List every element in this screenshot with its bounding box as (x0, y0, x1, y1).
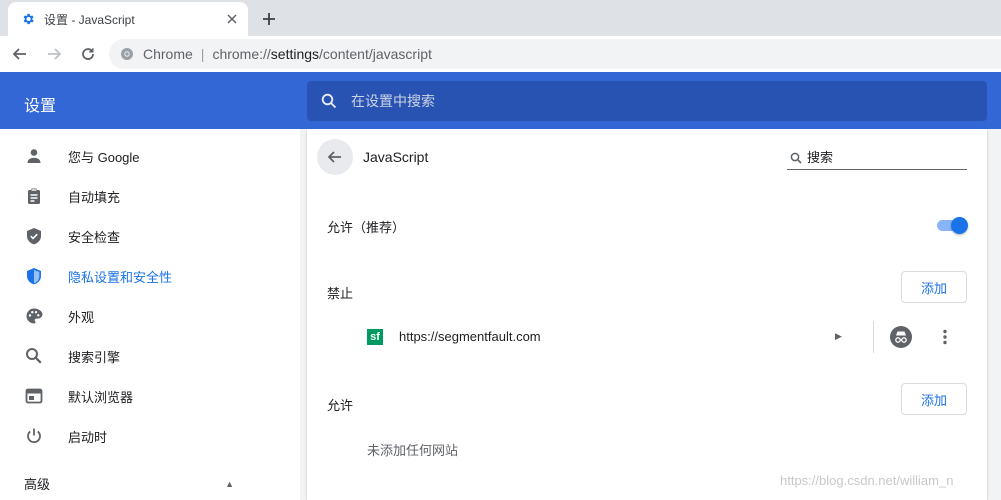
url-host: settings (270, 46, 320, 62)
toggle-knob (951, 217, 968, 234)
shield-privacy-icon (24, 266, 44, 286)
forward-arrow-icon[interactable] (40, 40, 68, 68)
sidebar-item-label: 启动时 (68, 429, 108, 445)
sidebar-item-label: 搜索引擎 (68, 349, 121, 365)
chrome-chip-label: Chrome (143, 46, 193, 62)
settings-search-bar[interactable] (307, 81, 987, 121)
blocked-site-row: sf https://segmentfault.com ▶ (307, 317, 987, 357)
clipboard-icon (24, 186, 44, 206)
caret-up-icon: ▲ (225, 478, 234, 489)
allow-javascript-toggle[interactable] (935, 217, 969, 234)
reload-icon[interactable] (74, 40, 102, 68)
shield-check-icon (24, 226, 44, 246)
sidebar-item-label: 自动填充 (68, 189, 121, 205)
sidebar-item-default-browser[interactable]: 默认浏览器 (0, 376, 300, 416)
sidebar-item-safety-check[interactable]: 安全检查 (0, 216, 300, 256)
incognito-icon[interactable] (890, 326, 912, 348)
sidebar-item-on-startup[interactable]: 启动时 (0, 416, 300, 456)
allow-section-label: 允许 (327, 398, 354, 413)
back-button[interactable] (317, 139, 353, 175)
sidebar-item-privacy-security[interactable]: 隐私设置和安全性 (0, 256, 300, 296)
address-bar[interactable]: Chrome | chrome://settings/content/javas… (109, 39, 1001, 69)
browser-tab[interactable]: 设置 - JavaScript (8, 2, 248, 36)
advanced-label: 高级 (24, 477, 51, 492)
sidebar-item-label: 安全检查 (68, 229, 121, 245)
search-icon (24, 346, 44, 366)
allow-empty-message: 未添加任何网站 (367, 443, 459, 458)
blocked-site-url: https://segmentfault.com (399, 329, 541, 344)
javascript-settings-card: JavaScript 允许（推荐） 禁止 添加 sf https://segme… (307, 129, 987, 500)
row-divider (873, 321, 874, 353)
sidebar-item-search-engine[interactable]: 搜索引擎 (0, 336, 300, 376)
settings-search-input[interactable] (351, 93, 951, 109)
allow-add-button[interactable]: 添加 (901, 383, 967, 415)
sidebar-item-label: 您与 Google (68, 149, 140, 165)
browser-toolbar: Chrome | chrome://settings/content/javas… (0, 36, 1001, 72)
url-path: /content/javascript (319, 46, 432, 62)
back-arrow-icon[interactable] (6, 40, 34, 68)
allow-recommended-label: 允许（推荐） (327, 220, 406, 235)
settings-gear-icon (20, 11, 36, 27)
page-title: JavaScript (363, 149, 429, 165)
person-icon (24, 146, 44, 166)
sidebar-item-label: 外观 (68, 309, 95, 325)
sidebar-advanced-toggle[interactable]: 高级 ▲ (24, 474, 234, 493)
sidebar-item-label: 隐私设置和安全性 (68, 269, 173, 285)
block-add-button[interactable]: 添加 (901, 271, 967, 303)
sidebar-item-you-and-google[interactable]: 您与 Google (0, 136, 300, 176)
address-separator: | (200, 46, 205, 62)
card-header: JavaScript (307, 129, 987, 185)
sidebar-item-autofill[interactable]: 自动填充 (0, 176, 300, 216)
new-tab-plus-icon[interactable] (258, 8, 280, 30)
expand-arrow-icon[interactable]: ▶ (835, 331, 842, 342)
sidebar-item-label: 默认浏览器 (68, 389, 134, 405)
search-icon (319, 91, 339, 111)
tab-strip: 设置 - JavaScript (0, 0, 1001, 36)
palette-icon (24, 306, 44, 326)
page-search[interactable] (787, 146, 967, 170)
sidebar: 您与 Google 自动填充 安全检查 隐私设置和安全性 外观 搜索引擎 默认浏… (0, 129, 300, 500)
tab-title: 设置 - JavaScript (44, 12, 135, 27)
chrome-logo-icon (119, 46, 135, 62)
browser-window-icon (24, 386, 44, 406)
url-text: chrome://settings/content/javascript (212, 46, 431, 62)
page-search-input[interactable] (807, 150, 957, 165)
power-icon (24, 426, 44, 446)
more-vert-icon[interactable] (937, 327, 953, 347)
watermark-text: https://blog.csdn.net/william_n (780, 473, 954, 488)
block-section-label: 禁止 (327, 286, 354, 301)
close-tab-icon[interactable] (224, 11, 240, 27)
settings-header: 设置 (0, 72, 1001, 129)
sidebar-item-appearance[interactable]: 外观 (0, 296, 300, 336)
segmentfault-logo-icon: sf (367, 329, 383, 345)
search-icon (789, 151, 803, 165)
settings-title: 设置 (24, 98, 57, 115)
url-scheme: chrome:// (212, 46, 271, 62)
